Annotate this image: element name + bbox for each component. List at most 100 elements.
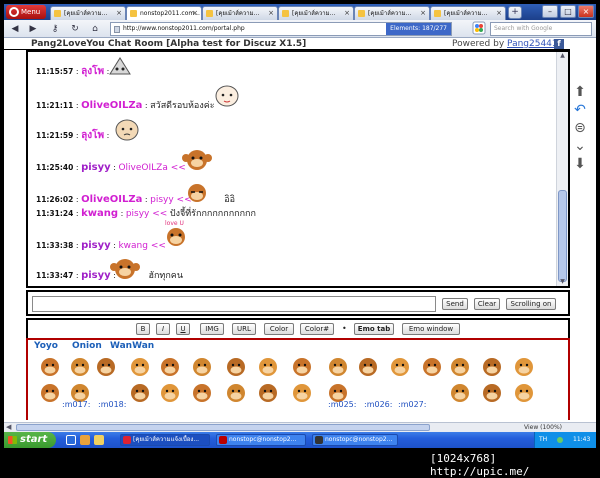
- color-hex-button[interactable]: Color#: [300, 323, 334, 335]
- monkey-emoticon-icon[interactable]: [293, 358, 311, 376]
- monkey-emoticon-icon[interactable]: [293, 384, 311, 402]
- taskbar-item[interactable]: nonstopc@nonstop2...: [216, 434, 306, 446]
- taskbar-item[interactable]: [คุยเม้าส์ความแจ้งเบื้อง...: [120, 434, 210, 446]
- scroll-down-icon[interactable]: ▼: [558, 278, 567, 285]
- new-tab-button[interactable]: +: [508, 6, 522, 19]
- monkey-emoticon-icon[interactable]: [41, 384, 59, 402]
- close-icon[interactable]: ×: [344, 7, 350, 20]
- tab-5[interactable]: [คุยเม้าส์ความ... ×: [354, 6, 430, 20]
- tab-4[interactable]: [คุยเม้าส์ความ... ×: [278, 6, 354, 20]
- emo-tab-onion[interactable]: Onion: [72, 341, 102, 351]
- underline-button[interactable]: U: [176, 323, 190, 335]
- emo-window-button[interactable]: Emo window: [402, 323, 460, 335]
- tab-6[interactable]: [คุยเม้าส์ความ... ×: [430, 6, 506, 20]
- powered-link[interactable]: Pang25441: [507, 39, 558, 49]
- monkey-emoticon-icon[interactable]: [329, 358, 347, 376]
- tab-1[interactable]: [คุยเม้าส์ความ... ×: [50, 6, 126, 20]
- monkey-emoticon-icon[interactable]: [71, 358, 89, 376]
- clear-button[interactable]: Clear: [474, 298, 500, 310]
- arrow-up-icon[interactable]: ⬆: [570, 84, 590, 100]
- tab-2[interactable]: nonstop2011.com... ×: [126, 6, 202, 20]
- clock[interactable]: 11:43: [573, 432, 590, 448]
- start-button[interactable]: start: [4, 432, 56, 448]
- scrollbar-thumb[interactable]: [16, 424, 430, 431]
- scrolling-toggle-button[interactable]: Scrolling on: [506, 298, 556, 310]
- monkey-emoticon-icon[interactable]: [515, 384, 533, 402]
- monkey-emoticon-icon[interactable]: [483, 358, 501, 376]
- emo-tab-button[interactable]: Emo tab: [354, 323, 394, 335]
- chat-window: 11:15:57 : ลุงโพ : 11:21:11 : OliveOILZa…: [26, 50, 570, 288]
- monkey-emoticon-icon[interactable]: [391, 358, 409, 376]
- firefox-icon[interactable]: [80, 435, 90, 445]
- img-button[interactable]: IMG: [200, 323, 224, 335]
- tab-3[interactable]: [คุยเม้าส์ความ... ×: [202, 6, 278, 20]
- monkey-emoticon-icon[interactable]: [483, 384, 501, 402]
- folder-icon[interactable]: [94, 435, 104, 445]
- maximize-button[interactable]: □: [560, 5, 576, 18]
- language-indicator[interactable]: TH: [539, 432, 547, 448]
- monkey-emoticon-icon[interactable]: [97, 358, 115, 376]
- emo-code[interactable]: :m018:: [98, 400, 126, 409]
- monkey-emoticon-icon[interactable]: [423, 358, 441, 376]
- emo-code[interactable]: :m017:: [62, 400, 90, 409]
- undo-icon[interactable]: ↶: [570, 102, 590, 118]
- send-button[interactable]: Send: [442, 298, 468, 310]
- chat-message-input[interactable]: [32, 296, 436, 312]
- back-icon[interactable]: ◀: [8, 23, 22, 35]
- monkey-emoticon-icon[interactable]: [451, 358, 469, 376]
- horizontal-scrollbar[interactable]: ◀ View (100%): [4, 422, 596, 432]
- google-icon[interactable]: [472, 21, 486, 35]
- chat-message: 11:33:38 : pisyy : kwang <<: [36, 240, 166, 251]
- menu-circle-icon[interactable]: ⊜: [570, 120, 590, 136]
- monkey-emoticon-icon[interactable]: [227, 358, 245, 376]
- emo-code[interactable]: :m025:: [328, 400, 356, 409]
- chevron-down-icon[interactable]: ⌄: [570, 138, 590, 154]
- scrollbar-thumb[interactable]: [558, 190, 567, 282]
- monkey-emoticon-icon[interactable]: [131, 358, 149, 376]
- close-icon[interactable]: ×: [496, 7, 502, 20]
- scroll-left-icon[interactable]: ◀: [6, 423, 11, 431]
- monkey-emoticon-icon[interactable]: [193, 358, 211, 376]
- close-icon[interactable]: ×: [116, 7, 122, 20]
- color-button[interactable]: Color: [264, 323, 294, 335]
- monkey-emoticon-icon[interactable]: [259, 358, 277, 376]
- reload-icon[interactable]: ↻: [68, 23, 82, 35]
- taskbar-item[interactable]: nonstopc@nonstop2...: [312, 434, 398, 446]
- yoyo-monkey-emoticon-icon: [110, 259, 140, 279]
- monkey-emoticon-icon[interactable]: [227, 384, 245, 402]
- emo-code[interactable]: :m027:: [398, 400, 426, 409]
- italic-button[interactable]: I: [156, 323, 170, 335]
- close-icon[interactable]: ×: [192, 7, 198, 20]
- search-input[interactable]: Search with Google: [490, 22, 592, 36]
- address-bar[interactable]: http://www.nonstop2011.com/portal.php El…: [110, 22, 452, 36]
- scroll-up-icon[interactable]: ▲: [558, 52, 567, 59]
- close-icon[interactable]: ×: [268, 7, 274, 20]
- close-icon[interactable]: ×: [420, 7, 426, 20]
- key-icon[interactable]: ⚷: [48, 23, 62, 35]
- monkey-emoticon-icon[interactable]: [259, 384, 277, 402]
- monkey-emoticon-icon[interactable]: [359, 358, 377, 376]
- arrow-down-icon[interactable]: ⬇: [570, 156, 590, 172]
- emo-tab-yoyo[interactable]: Yoyo: [34, 341, 58, 351]
- url-button[interactable]: URL: [232, 323, 256, 335]
- emo-code[interactable]: :m026:: [364, 400, 392, 409]
- bold-button[interactable]: B: [136, 323, 150, 335]
- monkey-emoticon-icon[interactable]: [131, 384, 149, 402]
- emo-tab-wanwan[interactable]: WanWan: [110, 341, 154, 351]
- ie-icon[interactable]: [66, 435, 76, 445]
- close-window-button[interactable]: ×: [578, 5, 594, 18]
- opera-menu-button[interactable]: Menu: [6, 5, 46, 19]
- emoticon-grid[interactable]: [28, 352, 568, 420]
- home-icon[interactable]: ⌂: [88, 23, 102, 35]
- forward-icon[interactable]: ▶: [26, 23, 40, 35]
- monkey-emoticon-icon[interactable]: [161, 384, 179, 402]
- monkey-emoticon-icon[interactable]: [515, 358, 533, 376]
- monkey-emoticon-icon[interactable]: [193, 384, 211, 402]
- chat-scrollbar[interactable]: ▲ ▼: [556, 52, 568, 286]
- monkey-emoticon-icon[interactable]: [161, 358, 179, 376]
- network-icon[interactable]: [557, 437, 563, 443]
- facebook-icon[interactable]: f: [554, 39, 564, 49]
- minimize-button[interactable]: –: [542, 5, 558, 18]
- monkey-emoticon-icon[interactable]: [451, 384, 469, 402]
- monkey-emoticon-icon[interactable]: [41, 358, 59, 376]
